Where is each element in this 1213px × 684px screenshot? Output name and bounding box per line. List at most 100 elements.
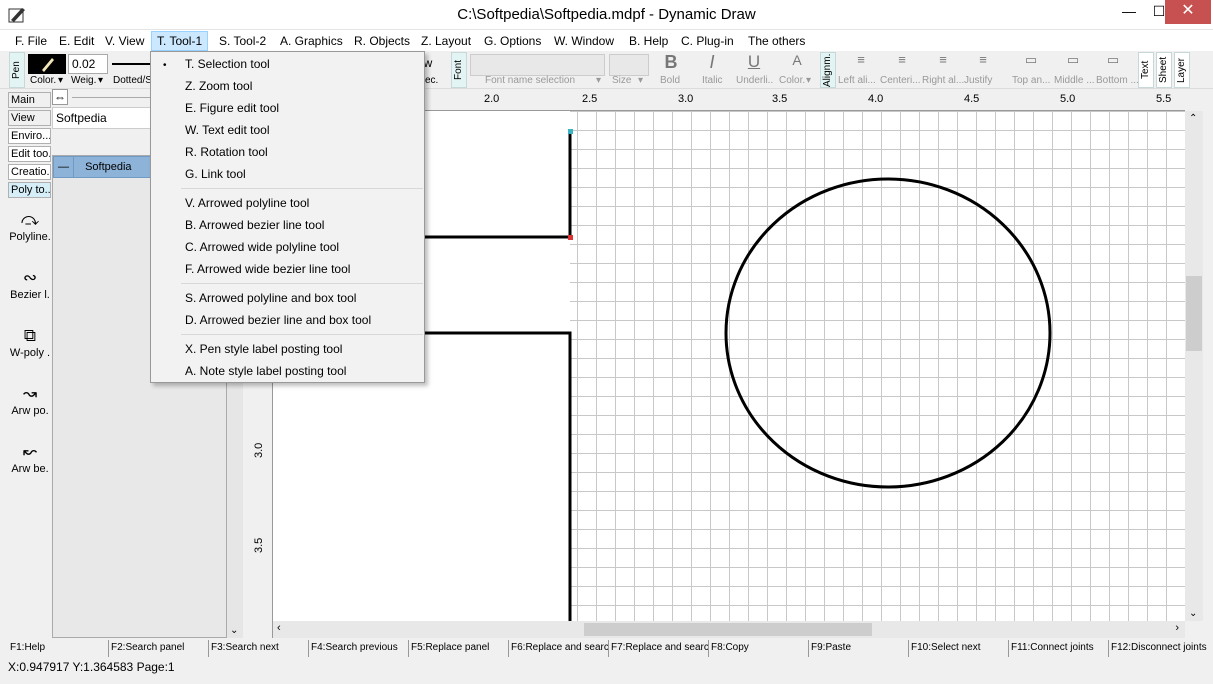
menu-item-arrowed-polyline-tool[interactable]: V. Arrowed polyline tool <box>185 196 309 210</box>
close-button[interactable]: ✕ <box>1165 0 1211 24</box>
menu-file[interactable]: F. File <box>10 31 52 51</box>
menu-layout[interactable]: Z. Layout <box>416 31 476 51</box>
sheet-tab[interactable]: Sheet <box>1156 52 1172 88</box>
menu-item-link-tool[interactable]: G. Link tool <box>185 167 246 181</box>
fkey-f2[interactable]: F2:Search panel <box>108 640 208 657</box>
tab-main[interactable]: Main <box>8 92 51 108</box>
valign-bottom-label[interactable]: Bottom ... <box>1096 75 1139 86</box>
vertical-scroll-thumb[interactable] <box>1186 276 1202 351</box>
spec-label[interactable]: ec. <box>425 75 438 86</box>
weight-label[interactable]: Weig. <box>71 75 96 86</box>
menu-help[interactable]: B. Help <box>624 31 673 51</box>
fkey-f9[interactable]: F9:Paste <box>808 640 908 657</box>
tool-polyline[interactable]: ⤼ Polyline. <box>8 209 52 243</box>
expand-arrows-icon[interactable]: ⇔ <box>52 89 68 105</box>
pen-tab[interactable]: Pen <box>9 52 25 88</box>
dotted-label[interactable]: Dotted/S <box>113 75 152 86</box>
layer-tab[interactable]: Layer <box>1174 52 1190 88</box>
font-name-dropdown-icon[interactable]: ▾ <box>596 75 601 86</box>
tool-arrow-polyline[interactable]: ↝ Arw po. <box>8 383 52 417</box>
menu-item-arrowed-bezier-box-tool[interactable]: D. Arrowed bezier line and box tool <box>185 313 371 327</box>
tab-edit-tools[interactable]: Edit too. <box>8 146 51 162</box>
fkey-f8[interactable]: F8:Copy <box>708 640 808 657</box>
valign-bottom-icon[interactable]: ▭ <box>1102 52 1124 68</box>
menu-item-arrowed-wide-polyline-tool[interactable]: C. Arrowed wide polyline tool <box>185 240 339 254</box>
align-center-label[interactable]: Centeri... <box>880 75 921 86</box>
font-size-field[interactable] <box>609 54 649 76</box>
tool-arrow-bezier[interactable]: ↜ Arw be. <box>8 441 52 475</box>
menu-item-rotation-tool[interactable]: R. Rotation tool <box>185 145 268 159</box>
italic-icon[interactable]: I <box>701 52 723 73</box>
handle-icon[interactable] <box>568 129 573 134</box>
font-size-dropdown-icon[interactable]: ▾ <box>638 75 643 86</box>
fkey-f6[interactable]: F6:Replace and searc <box>508 640 608 657</box>
scroll-down-icon[interactable]: ⌄ <box>1189 608 1197 619</box>
fkey-f3[interactable]: F3:Search next <box>208 640 308 657</box>
circle-shape[interactable] <box>724 177 1052 489</box>
align-right-icon[interactable]: ≡ <box>932 52 954 67</box>
fkey-f4[interactable]: F4:Search previous <box>308 640 408 657</box>
justify-icon[interactable]: ≡ <box>972 52 994 67</box>
minimize-button[interactable]: — <box>1112 0 1146 24</box>
align-left-label[interactable]: Left ali... <box>838 75 876 86</box>
justify-label[interactable]: Justify <box>964 75 992 86</box>
tab-creation[interactable]: Creatio.. <box>8 164 51 180</box>
tab-view[interactable]: View <box>8 110 51 126</box>
fkey-f12[interactable]: F12:Disconnect joints <box>1108 640 1212 657</box>
menu-window[interactable]: W. Window <box>549 31 619 51</box>
font-tab[interactable]: Font <box>451 52 467 88</box>
valign-middle-icon[interactable]: ▭ <box>1062 52 1084 68</box>
menu-graphics[interactable]: A. Graphics <box>275 31 348 51</box>
color-dropdown-icon[interactable]: ▾ <box>58 75 63 86</box>
valign-top-icon[interactable]: ▭ <box>1020 52 1042 68</box>
align-center-icon[interactable]: ≡ <box>891 52 913 67</box>
menu-item-selection-tool[interactable]: T. Selection tool <box>185 57 270 71</box>
menu-item-figure-edit-tool[interactable]: E. Figure edit tool <box>185 101 279 115</box>
horizontal-scroll-thumb[interactable] <box>584 623 872 636</box>
underline-label[interactable]: Underli.. <box>736 75 773 86</box>
font-color-icon[interactable]: A <box>786 52 808 68</box>
menu-item-arrowed-polyline-box-tool[interactable]: S. Arrowed polyline and box tool <box>185 291 356 305</box>
scroll-right-icon[interactable]: › <box>1175 622 1179 634</box>
fkey-f5[interactable]: F5:Replace panel <box>408 640 508 657</box>
bold-icon[interactable]: B <box>660 52 682 73</box>
menu-tool-1[interactable]: T. Tool-1 <box>151 31 209 51</box>
vertical-scrollbar[interactable]: ⌃ ⌄ <box>1185 111 1203 621</box>
scroll-left-icon[interactable]: ‹ <box>277 622 281 634</box>
menu-item-arrowed-bezier-tool[interactable]: B. Arrowed bezier line tool <box>185 218 324 232</box>
menu-objects[interactable]: R. Objects <box>349 31 415 51</box>
menu-plug-in[interactable]: C. Plug-in <box>676 31 739 51</box>
fkey-f1[interactable]: F1:Help <box>8 640 108 657</box>
menu-item-note-label-tool[interactable]: A. Note style label posting tool <box>185 364 346 378</box>
italic-label[interactable]: Italic <box>702 75 723 86</box>
pen-color-label[interactable]: Color. <box>30 75 56 86</box>
text-tab[interactable]: Text <box>1138 52 1154 88</box>
menu-item-arrowed-wide-bezier-tool[interactable]: F. Arrowed wide bezier line tool <box>185 262 350 276</box>
fkey-f11[interactable]: F11:Connect joints <box>1008 640 1108 657</box>
menu-view[interactable]: V. View <box>100 31 149 51</box>
tab-poly-tools[interactable]: Poly to.. <box>8 182 51 198</box>
menu-edit[interactable]: E. Edit <box>54 31 99 51</box>
menu-tool-2[interactable]: S. Tool-2 <box>214 31 271 51</box>
menu-the-others[interactable]: The others <box>743 31 810 51</box>
menu-item-pen-label-tool[interactable]: X. Pen style label posting tool <box>185 342 342 356</box>
font-name-field[interactable] <box>470 54 605 76</box>
font-color-label[interactable]: Color. <box>779 75 805 86</box>
align-left-icon[interactable]: ≡ <box>850 52 872 67</box>
handle-icon[interactable] <box>568 235 573 240</box>
align-right-label[interactable]: Right al... <box>922 75 964 86</box>
fkey-f7[interactable]: F7:Replace and searc <box>608 640 708 657</box>
fkey-f10[interactable]: F10:Select next <box>908 640 1008 657</box>
tab-environment[interactable]: Enviro... <box>8 128 51 144</box>
menu-options[interactable]: G. Options <box>479 31 546 51</box>
pen-color-swatch[interactable] <box>28 54 66 74</box>
weight-dropdown-icon[interactable]: ▾ <box>98 75 103 86</box>
menu-item-zoom-tool[interactable]: Z. Zoom tool <box>185 79 252 93</box>
horizontal-scrollbar[interactable]: ‹ › <box>273 621 1185 638</box>
alignment-tab[interactable]: Alignm. <box>820 52 836 88</box>
scroll-down-icon[interactable]: ⌄ <box>230 625 238 636</box>
underline-icon[interactable]: U <box>743 52 765 72</box>
valign-top-label[interactable]: Top an... <box>1012 75 1050 86</box>
tool-wide-polyline[interactable]: ⧉ W-poly . <box>8 325 52 359</box>
line-style-sample[interactable] <box>112 63 150 65</box>
